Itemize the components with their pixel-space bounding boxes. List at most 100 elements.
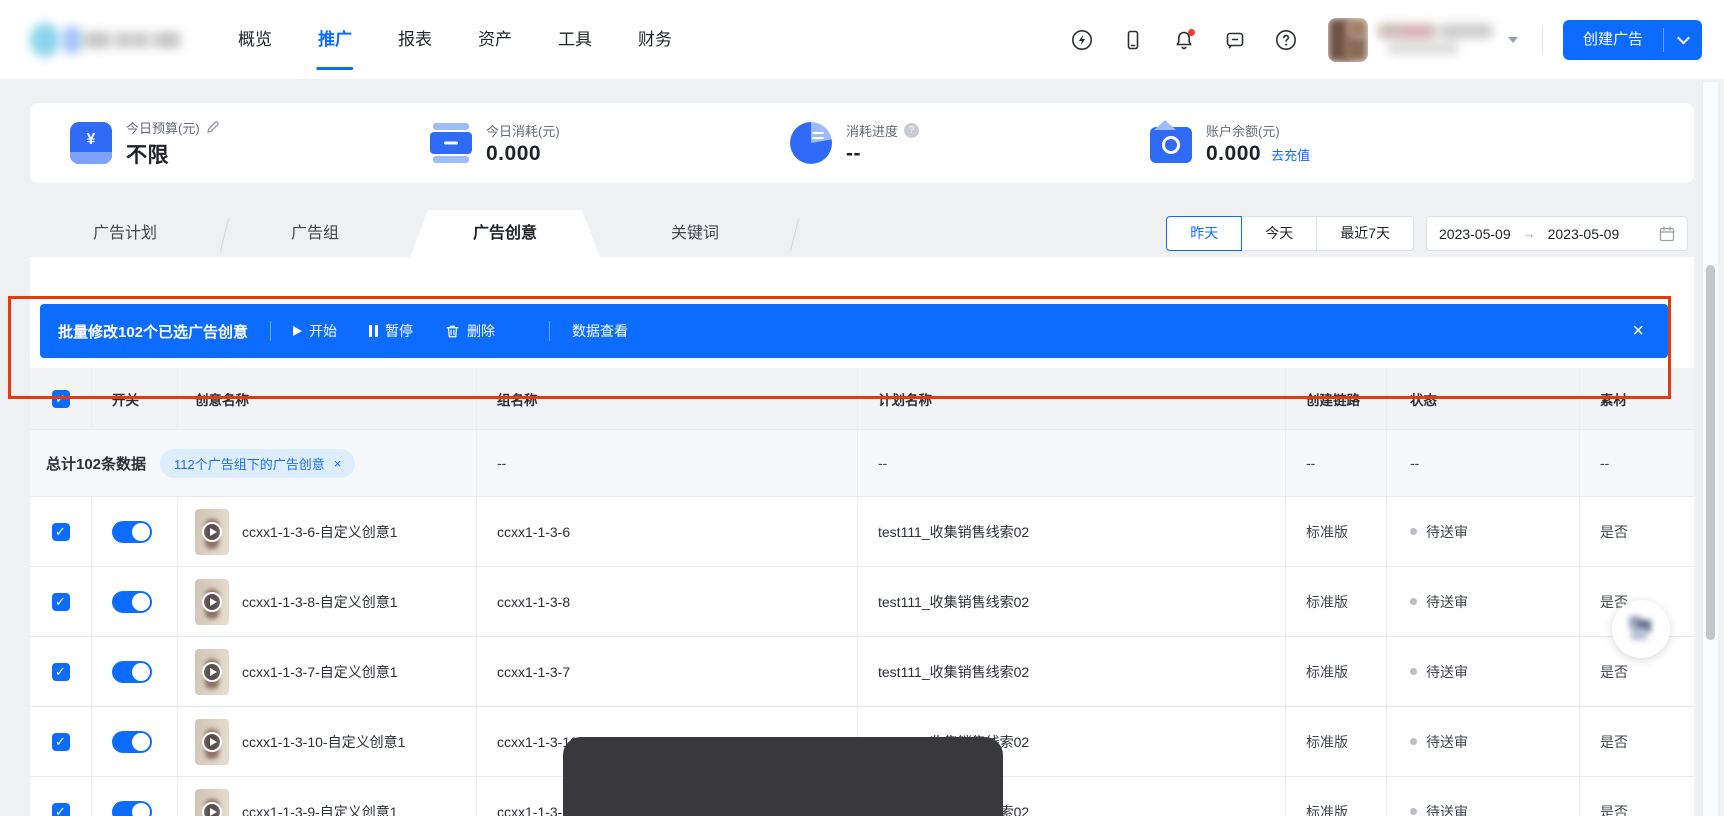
stat-budget-value: 不限 [126, 143, 169, 167]
bulk-action-bar: 批量修改102个已选广告创意 开始 暂停 删除 数据查看 × [40, 304, 1668, 358]
creative-video-thumbnail[interactable] [195, 718, 229, 765]
creative-name: ccxx1-1-3-7-自定义创意1 [242, 663, 398, 680]
chevron-down-icon [1676, 31, 1690, 45]
scrollbar-thumb[interactable] [1706, 265, 1715, 640]
nav-tab-finance[interactable]: 财务 [638, 0, 672, 80]
tab-ad-creative[interactable]: 广告创意 [410, 210, 600, 257]
nav-tab-tools[interactable]: 工具 [558, 0, 592, 80]
material-text: 是否 [1600, 663, 1628, 680]
account-caret-icon[interactable] [1507, 36, 1518, 43]
date-range-picker[interactable]: 2023-05-09 → 2023-05-09 [1426, 216, 1688, 251]
date-last7-button[interactable]: 最近7天 [1316, 216, 1414, 251]
close-action-bar-icon[interactable]: × [1632, 321, 1644, 341]
play-icon [202, 591, 222, 612]
progress-help-icon[interactable]: ? [904, 122, 920, 138]
status-dot [1410, 598, 1417, 605]
spend-card-icon [430, 122, 472, 164]
plan-name: test111_收集销售线索02 [878, 523, 1030, 540]
tab-keywords[interactable]: 关键词 [600, 210, 790, 257]
creative-video-thumbnail[interactable] [195, 508, 229, 555]
floating-widget-button[interactable] [1612, 600, 1670, 658]
header-material: 素材 [1600, 392, 1627, 408]
status-text: 待送审 [1426, 593, 1468, 610]
row-checkbox[interactable]: ✓ [51, 522, 70, 541]
row-checkbox[interactable]: ✓ [51, 802, 70, 816]
status-text: 待送审 [1426, 803, 1468, 816]
group-name: ccxx1-1-3-9 [497, 803, 571, 816]
row-switch-toggle[interactable] [112, 590, 152, 613]
create-channel: 标准版 [1306, 803, 1348, 816]
table-row: ✓ ccxx1-1-3-8-自定义创意1 ccxx1-1-3-8 test111… [30, 567, 1694, 637]
navbar-right-section: 创建广告 [1043, 17, 1724, 62]
summary-material: -- [1600, 455, 1610, 471]
bell-icon[interactable] [1172, 28, 1196, 52]
progress-pie-icon [790, 122, 832, 164]
row-switch-toggle[interactable] [112, 800, 152, 816]
row-checkbox[interactable]: ✓ [51, 732, 70, 751]
row-switch-toggle[interactable] [112, 730, 152, 753]
recharge-link[interactable]: 去充值 [1271, 145, 1310, 164]
plan-name: test111_收集销售线索02 [878, 593, 1030, 610]
header-group-name: 组名称 [477, 368, 858, 429]
row-switch-toggle[interactable] [112, 660, 152, 683]
stat-balance: 账户余额(元) 0.000 去充值 [1150, 120, 1510, 166]
create-channel: 标准版 [1306, 593, 1348, 610]
plan-name: test111_收集销售线索02 [878, 663, 1030, 680]
divider [1541, 25, 1543, 54]
tab-ad-plan[interactable]: 广告计划 [30, 210, 220, 257]
mobile-icon[interactable] [1121, 28, 1145, 52]
date-today-button[interactable]: 今天 [1241, 216, 1318, 251]
budget-book-icon [70, 122, 112, 164]
creative-video-thumbnail[interactable] [195, 788, 229, 816]
bulk-view-data-button[interactable]: 数据查看 [572, 321, 628, 341]
tab-ad-group[interactable]: 广告组 [220, 210, 410, 257]
platform-logo[interactable] [30, 18, 181, 62]
summary-status: -- [1387, 430, 1580, 496]
play-icon [202, 731, 222, 752]
bulk-start-button[interactable]: 开始 [293, 321, 337, 341]
creative-video-thumbnail[interactable] [195, 648, 229, 695]
date-range-end: 2023-05-09 [1547, 225, 1620, 242]
stat-progress-label: 消耗进度 [846, 123, 899, 139]
edit-budget-icon[interactable] [206, 120, 220, 134]
create-ad-label[interactable]: 创建广告 [1563, 20, 1663, 60]
header-plan-name: 计划名称 [858, 368, 1286, 429]
creative-name: ccxx1-1-3-9-自定义创意1 [242, 803, 398, 816]
header-create-channel: 创建链路 [1286, 368, 1387, 429]
vertical-scrollbar [1702, 82, 1718, 816]
nav-tab-reports[interactable]: 报表 [398, 0, 432, 80]
avatar[interactable] [1327, 17, 1368, 62]
bulk-delete-button[interactable]: 删除 [445, 321, 495, 341]
summary-total: 总计102条数据 [46, 455, 147, 473]
top-navbar: 概览 推广 报表 资产 工具 财务 创建广告 [0, 0, 1724, 80]
stat-balance-label: 账户余额(元) [1206, 123, 1280, 139]
wallet-icon [1150, 120, 1192, 163]
message-icon[interactable] [1223, 28, 1247, 52]
create-ad-dropdown[interactable] [1664, 20, 1702, 60]
boost-icon[interactable] [1070, 28, 1094, 52]
nav-tab-overview[interactable]: 概览 [238, 0, 272, 80]
summary-plan: -- [858, 430, 1286, 496]
create-ad-button[interactable]: 创建广告 [1562, 19, 1702, 60]
bulk-pause-button[interactable]: 暂停 [369, 321, 413, 341]
date-yesterday-button[interactable]: 昨天 [1166, 216, 1243, 251]
create-channel: 标准版 [1306, 663, 1348, 680]
remove-filter-icon[interactable]: × [334, 456, 342, 471]
status-text: 待送审 [1426, 523, 1468, 540]
date-quick-group: 昨天 今天 最近7天 [1166, 216, 1414, 251]
bottom-dark-bar [563, 737, 1003, 816]
group-filter-tag[interactable]: 112个广告组下的广告创意 × [160, 448, 356, 478]
nav-tab-assets[interactable]: 资产 [478, 0, 512, 80]
row-switch-toggle[interactable] [112, 520, 152, 543]
creative-video-thumbnail[interactable] [195, 578, 229, 625]
table-header-row: ✓ 开关 创意名称 组名称 计划名称 创建链路 状态 素材 [30, 368, 1694, 430]
nav-tab-promotion[interactable]: 推广 [318, 0, 352, 80]
row-checkbox[interactable]: ✓ [51, 662, 70, 681]
select-all-checkbox[interactable]: ✓ [51, 389, 70, 408]
account-name[interactable] [1377, 22, 1498, 58]
row-checkbox[interactable]: ✓ [51, 592, 70, 611]
header-creative-name: 创意名称 [178, 368, 477, 429]
help-icon[interactable] [1274, 28, 1298, 52]
play-icon [202, 661, 222, 682]
play-icon [202, 521, 222, 542]
